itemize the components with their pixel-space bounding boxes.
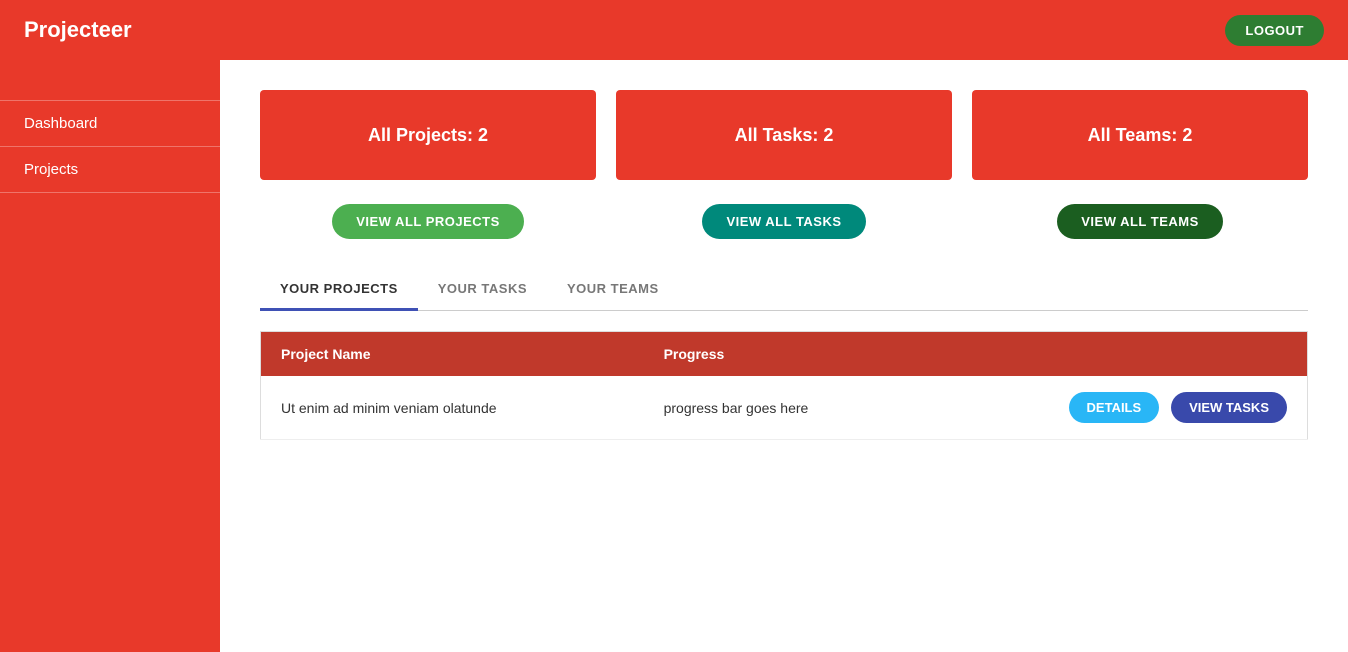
view-all-tasks-button[interactable]: VIEW ALL TASKS <box>702 204 865 239</box>
view-tasks-button[interactable]: VIEW TASKS <box>1171 392 1287 423</box>
view-buttons-row: VIEW ALL PROJECTS VIEW ALL TASKS VIEW AL… <box>260 204 1308 239</box>
header: Projecteer LOGOUT <box>0 0 1348 60</box>
table-row: Ut enim ad minim veniam olatunde progres… <box>261 376 1308 440</box>
project-name-cell: Ut enim ad minim veniam olatunde <box>261 376 644 440</box>
progress-cell: progress bar goes here <box>644 376 920 440</box>
sidebar-item-dashboard[interactable]: Dashboard <box>0 100 220 147</box>
stat-card-projects: All Projects: 2 <box>260 90 596 180</box>
stat-card-tasks: All Tasks: 2 <box>616 90 952 180</box>
tab-your-tasks[interactable]: YOUR TASKS <box>418 269 547 311</box>
tab-your-teams[interactable]: YOUR TEAMS <box>547 269 679 311</box>
stat-card-teams: All Teams: 2 <box>972 90 1308 180</box>
body-layout: Dashboard Projects All Projects: 2 All T… <box>0 60 1348 652</box>
col-header-actions <box>920 332 1308 377</box>
details-button[interactable]: DETAILS <box>1069 392 1160 423</box>
col-header-project-name: Project Name <box>261 332 644 377</box>
sidebar: Dashboard Projects <box>0 60 220 652</box>
main-content: All Projects: 2 All Tasks: 2 All Teams: … <box>220 60 1348 652</box>
view-all-teams-button[interactable]: VIEW ALL TEAMS <box>1057 204 1223 239</box>
actions-cell: DETAILS VIEW TASKS <box>920 376 1308 440</box>
tabs: YOUR PROJECTS YOUR TASKS YOUR TEAMS <box>260 269 1308 311</box>
project-table: Project Name Progress Ut enim ad minim v… <box>260 331 1308 440</box>
col-header-progress: Progress <box>644 332 920 377</box>
sidebar-item-projects[interactable]: Projects <box>0 147 220 193</box>
table-header: Project Name Progress <box>261 332 1308 377</box>
stats-row: All Projects: 2 All Tasks: 2 All Teams: … <box>260 90 1308 180</box>
app-title: Projecteer <box>24 17 132 43</box>
tab-your-projects[interactable]: YOUR PROJECTS <box>260 269 418 311</box>
logout-button[interactable]: LOGOUT <box>1225 15 1324 46</box>
view-all-projects-button[interactable]: VIEW ALL PROJECTS <box>332 204 524 239</box>
